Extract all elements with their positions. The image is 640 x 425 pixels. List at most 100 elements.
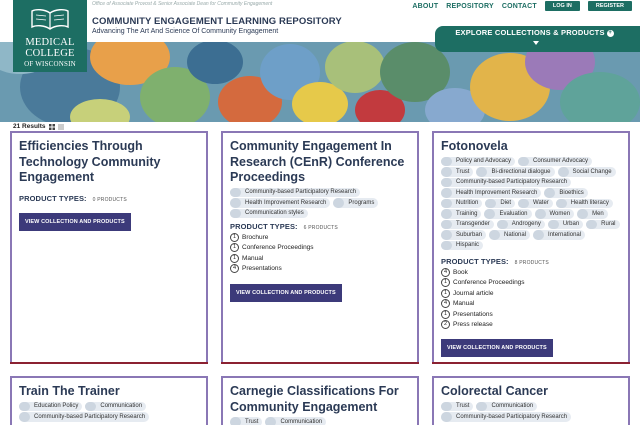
collection-card: Fotonovela Policy and Advocacy Consumer … [432, 131, 630, 364]
mcw-logo[interactable]: MEDICAL COLLEGE OF WISCONSIN [13, 0, 87, 72]
tag-chip[interactable]: Health literacy [555, 198, 613, 208]
tag-chip[interactable]: Androgeny [496, 219, 545, 229]
tag-chip[interactable]: International [533, 230, 586, 240]
tag-chip[interactable]: Communication [265, 417, 327, 425]
explore-label: EXPLORE COLLECTIONS & PRODUCTS [455, 28, 605, 37]
product-types: PRODUCT TYPES: 8 PRODUCTS [441, 257, 628, 266]
logo-text-medical: MEDICAL [25, 37, 75, 48]
collection-title[interactable]: Colorectal Cancer [441, 384, 628, 400]
tag-chip[interactable]: Women [534, 209, 575, 219]
tag-chip[interactable]: Programs [333, 198, 379, 208]
tag-list: Community-based Participatory Research H… [230, 187, 417, 220]
product-types: PRODUCT TYPES: 6 PRODUCTS [230, 222, 417, 231]
tag-chip[interactable]: Community-based Participatory Research [441, 412, 572, 422]
product-types-label: PRODUCT TYPES: [441, 257, 509, 266]
collection-card: Train The Trainer Education Policy Commu… [10, 376, 208, 425]
logo-text-wisconsin: OF WISCONSIN [24, 60, 76, 68]
tag-chip[interactable]: Bioethics [544, 188, 588, 198]
tag-chip[interactable]: Trust [441, 167, 474, 177]
explore-collections-button[interactable]: EXPLORE COLLECTIONS & PRODUCTS + [435, 26, 640, 52]
view-collection-button[interactable]: VIEW COLLECTION AND PRODUCTS [230, 284, 342, 302]
product-count: 0 PRODUCTS [92, 196, 127, 203]
office-line: Office of Associate Provost & Senior Ass… [92, 1, 273, 7]
collection-card: Community Engagement In Research (CEnR) … [221, 131, 419, 364]
logo-text-college: COLLEGE [25, 48, 75, 59]
product-item[interactable]: 4 Book [441, 267, 628, 278]
tag-chip[interactable]: Trust [230, 417, 263, 425]
results-count: 21 Results [13, 123, 46, 130]
product-item[interactable]: 4 Presentations [230, 264, 417, 275]
view-collection-button[interactable]: VIEW COLLECTION AND PRODUCTS [19, 212, 131, 231]
tag-chip[interactable]: Nutrition [441, 198, 483, 208]
tag-chip[interactable]: Community-based Participatory Research [441, 177, 572, 187]
site-subtitle: Advancing The Art And Science Of Communi… [92, 28, 279, 35]
tag-chip[interactable]: Consumer Advocacy [518, 156, 593, 166]
login-button[interactable]: LOG IN [544, 1, 580, 11]
tag-chip[interactable]: National [489, 230, 531, 240]
list-view-icon[interactable] [57, 124, 64, 130]
tag-list: Trust Communication Community-based Part… [441, 401, 628, 423]
tag-chip[interactable]: Community-based Participatory Research [19, 412, 150, 422]
collection-card: Colorectal Cancer Trust Communication Co… [432, 376, 630, 425]
painted-shapes-image [0, 42, 640, 122]
tag-list: Policy and Advocacy Consumer Advocacy Tr… [441, 156, 628, 252]
tag-chip[interactable]: Policy and Advocacy [441, 156, 516, 166]
tag-chip[interactable]: Suburban [441, 230, 487, 240]
collection-title[interactable]: Carnegie Classifications For Community E… [230, 384, 417, 415]
grid-view-icon[interactable] [48, 123, 55, 130]
product-item[interactable]: 4 Manual [441, 299, 628, 310]
tag-chip[interactable]: Men [577, 209, 608, 219]
product-item[interactable]: 1 Presentations [441, 309, 628, 320]
product-count: 6 PRODUCTS [303, 225, 338, 231]
collection-card: Efficiencies Through Technology Communit… [10, 131, 208, 364]
collection-title[interactable]: Fotonovela [441, 139, 628, 155]
tag-chip[interactable]: Hispanic [441, 240, 484, 250]
nav-contact[interactable]: CONTACT [502, 3, 537, 10]
tag-chip[interactable]: Water [518, 198, 553, 208]
tag-chip[interactable]: Communication [85, 401, 147, 411]
tag-chip[interactable]: Transgender [441, 219, 494, 229]
tag-chip[interactable]: Community-based Participatory Research [230, 187, 361, 197]
collection-title[interactable]: Community Engagement In Research (CEnR) … [230, 139, 417, 186]
collection-title[interactable]: Efficiencies Through Technology Communit… [19, 139, 206, 186]
product-types-label: PRODUCT TYPES: [230, 222, 298, 231]
results-bar: 21 Results [13, 123, 64, 130]
tag-chip[interactable]: Rural [586, 219, 620, 229]
caret-down-icon [533, 41, 539, 45]
top-nav: ABOUT REPOSITORY CONTACT LOG IN REGISTER [412, 1, 632, 11]
product-list: 1 Brochure 1 Conference Proceedings 1 Manua… [230, 232, 417, 274]
tag-chip[interactable]: Social Change [557, 167, 616, 177]
product-item[interactable]: 1 Conference Proceedings [441, 278, 628, 289]
product-item[interactable]: 1 Conference Proceedings [230, 243, 417, 254]
tag-chip[interactable]: Communication styles [230, 208, 308, 218]
nav-repository[interactable]: REPOSITORY [446, 3, 494, 10]
tag-chip[interactable]: Diet [485, 198, 516, 208]
product-item[interactable]: 1 Manual [230, 253, 417, 264]
nav-about[interactable]: ABOUT [412, 3, 438, 10]
collection-title[interactable]: Train The Trainer [19, 384, 206, 400]
tag-chip[interactable]: Communication [476, 401, 538, 411]
tag-chip[interactable]: Health Improvement Research [441, 188, 542, 198]
tag-chip[interactable]: Training [441, 209, 482, 219]
tag-list: Education Policy Communication Community… [19, 401, 206, 423]
site-title[interactable]: COMMUNITY ENGAGEMENT LEARNING REPOSITORY [92, 16, 342, 27]
hero-banner [0, 42, 640, 122]
collection-card: Carnegie Classifications For Community E… [221, 376, 419, 425]
product-count: 8 PRODUCTS [514, 260, 549, 266]
tag-chip[interactable]: Health Improvement Research [230, 198, 331, 208]
product-item[interactable]: 1 Brochure [230, 232, 417, 243]
tag-chip[interactable]: Urban [547, 219, 584, 229]
open-book-icon [31, 8, 69, 30]
product-types-label: PRODUCT TYPES: [19, 193, 87, 203]
product-list: 4 Book 1 Conference Proceedings 1 Journal a… [441, 267, 628, 330]
tag-chip[interactable]: Evaluation [484, 209, 532, 219]
tag-chip[interactable]: Bi-directional dialogue [476, 167, 555, 177]
tag-chip[interactable]: Trust [441, 401, 474, 411]
plus-circle-icon: + [606, 30, 614, 37]
tag-list: Trust Communication [230, 417, 417, 425]
tag-chip[interactable]: Education Policy [19, 401, 83, 411]
view-collection-button[interactable]: VIEW COLLECTION AND PRODUCTS [441, 339, 553, 357]
product-item[interactable]: 2 Press release [441, 320, 628, 331]
register-button[interactable]: REGISTER [587, 1, 632, 11]
product-item[interactable]: 1 Journal article [441, 288, 628, 299]
